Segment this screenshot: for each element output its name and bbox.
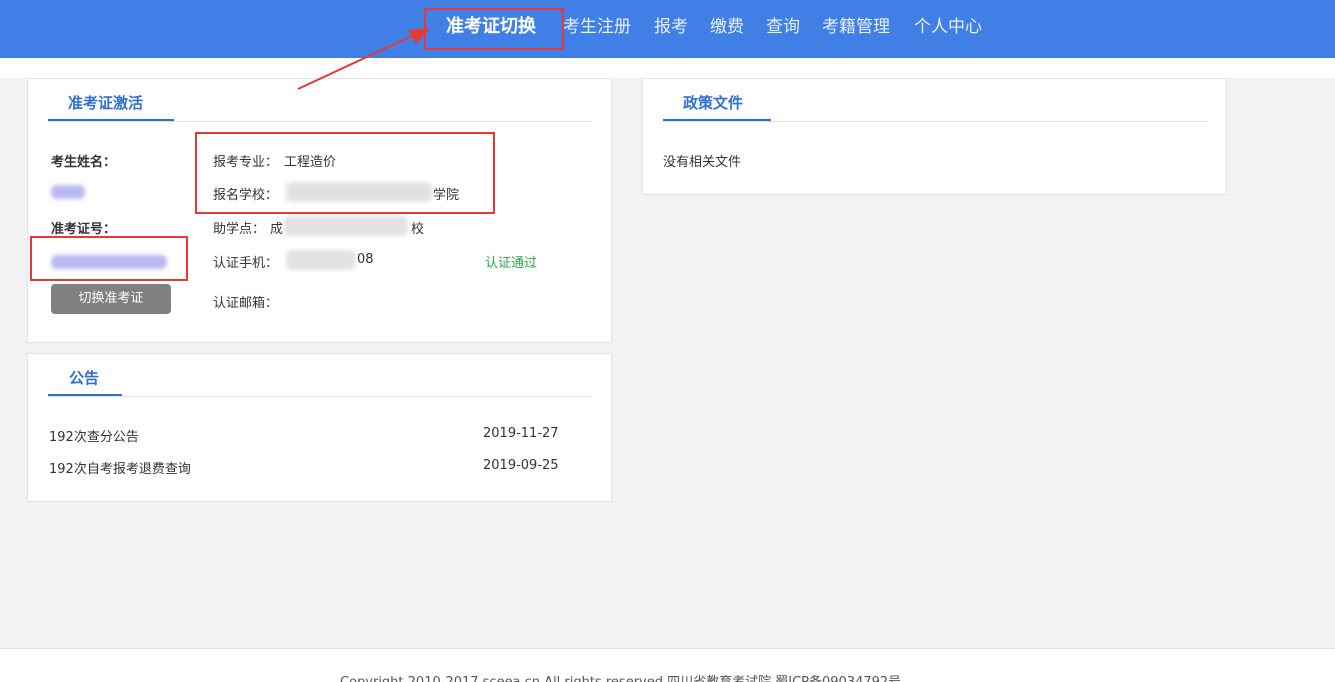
school-value-redacted	[286, 182, 432, 202]
footer-copyright: Copyright 2010-2017 sceea.cn All rights …	[340, 671, 901, 682]
ticket-label: 准考证号：	[51, 222, 117, 237]
nav-spacer	[0, 58, 1335, 78]
switch-ticket-button[interactable]: 切换准考证	[51, 284, 171, 314]
policy-divider	[663, 121, 1207, 122]
nav-item-ticket-switch[interactable]: 准考证切换	[446, 14, 536, 40]
center-label: 助学点：	[213, 222, 266, 237]
footer: Copyright 2010-2017 sceea.cn All rights …	[0, 648, 1335, 682]
verified-status: 认证通过	[485, 256, 538, 271]
policy-empty-text: 没有相关文件	[663, 155, 742, 170]
top-nav: 准考证切换 考生注册 报考 缴费 查询 考籍管理 个人中心	[0, 0, 1335, 58]
notice-date: 2019-09-25	[483, 458, 559, 473]
notices-panel: 公告 192次查分公告 2019-11-27 192次自考报考退费查询 2019…	[27, 353, 612, 502]
nav-item-query[interactable]: 查询	[766, 14, 800, 40]
nav-item-records[interactable]: 考籍管理	[822, 14, 890, 40]
phone-suffix: 08	[357, 252, 374, 267]
nav-item-payment[interactable]: 缴费	[710, 14, 744, 40]
policy-tab[interactable]: 政策文件	[683, 92, 743, 113]
activation-tab[interactable]: 准考证激活	[68, 92, 143, 113]
major-label: 报考专业：	[213, 155, 279, 170]
nav-item-register[interactable]: 考生注册	[563, 14, 631, 40]
center-value-redacted	[284, 216, 408, 236]
nav-item-profile[interactable]: 个人中心	[914, 14, 982, 40]
name-value-redacted	[51, 185, 85, 199]
notice-date: 2019-11-27	[483, 426, 559, 441]
phone-label: 认证手机：	[213, 256, 279, 271]
notices-tab[interactable]: 公告	[69, 367, 99, 388]
center-suffix: 校	[411, 222, 425, 237]
school-suffix: 学院	[433, 188, 460, 203]
policy-panel: 政策文件 没有相关文件	[642, 78, 1227, 195]
phone-value-redacted	[286, 250, 356, 270]
activation-divider	[48, 121, 592, 122]
annotation-arrow	[297, 28, 430, 90]
ticket-value-redacted	[51, 255, 167, 269]
major-value: 工程造价	[284, 155, 337, 170]
email-label: 认证邮箱：	[213, 296, 279, 311]
school-label: 报名学校：	[213, 188, 279, 203]
notice-title[interactable]: 192次自考报考退费查询	[49, 458, 191, 477]
nav-item-apply[interactable]: 报考	[654, 14, 688, 40]
center-prefix: 成	[270, 222, 284, 237]
notices-divider	[48, 396, 592, 397]
notice-title[interactable]: 192次查分公告	[49, 426, 139, 445]
name-label: 考生姓名：	[51, 155, 117, 170]
